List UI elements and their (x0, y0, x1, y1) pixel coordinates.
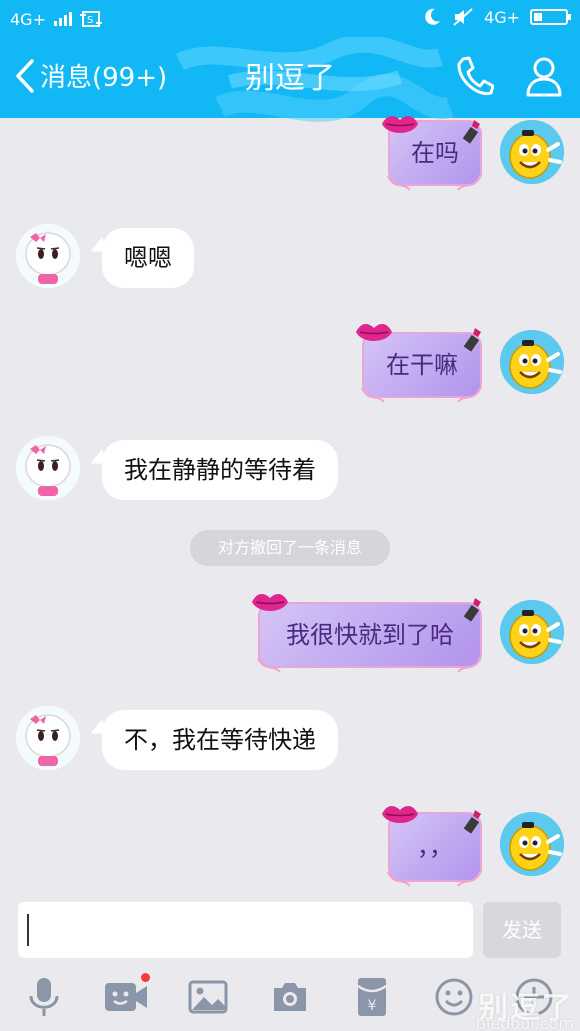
image-button[interactable] (186, 975, 230, 1019)
phone-icon[interactable] (454, 55, 494, 97)
my-avatar[interactable] (500, 600, 564, 664)
ribbon-decoration (387, 871, 481, 887)
ribbon-decoration (387, 175, 481, 191)
incoming-message[interactable]: 不，我在等待快递 (102, 710, 338, 770)
cartoon-girl-avatar-icon (16, 436, 80, 500)
notification-dot (141, 973, 150, 982)
voice-button[interactable] (22, 975, 66, 1019)
chat-header: 消息(99+) 别逗了 (0, 37, 580, 122)
microphone-icon (29, 978, 59, 1016)
svg-text:S: S (87, 15, 93, 26)
lipstick-decoration (464, 328, 481, 352)
svg-text:¥: ¥ (368, 998, 377, 1014)
recall-notice: 对方撤回了一条消息 (190, 530, 390, 566)
my-avatar[interactable] (500, 330, 564, 394)
signal-icon (53, 12, 72, 26)
message-list[interactable]: 在吗 嗯嗯 在干嘛 我在静静的等待着 对方撤回了一条消息 我很快就到了哈 不，我… (0, 116, 580, 898)
message-input[interactable] (18, 902, 473, 958)
lipstick-decoration (463, 120, 480, 144)
input-toolbar: ¥ 别逗了 biedoul.com (0, 961, 580, 1031)
battery-icon (530, 9, 571, 25)
watermark-url: biedoul.com (475, 1014, 574, 1031)
moon-icon (425, 8, 441, 25)
status-bar: 4G+ S 4G+ (0, 0, 580, 37)
watermark: 别逗了 biedoul.com (476, 983, 574, 1031)
profile-icon[interactable] (524, 55, 564, 97)
network-type-right: 4G+ (484, 7, 520, 27)
text-caret (27, 914, 29, 946)
incoming-message[interactable]: 嗯嗯 (102, 228, 194, 288)
contact-avatar[interactable] (16, 706, 80, 770)
ribbon-decoration (361, 387, 481, 403)
message-text: 嗯嗯 (124, 244, 172, 272)
my-avatar[interactable] (500, 812, 564, 876)
camera-button[interactable] (268, 975, 312, 1019)
mute-icon (453, 8, 473, 26)
contact-avatar[interactable] (16, 436, 80, 500)
yellow-emoji-avatar-icon (500, 330, 564, 394)
send-button[interactable]: 发送 (483, 902, 561, 958)
my-avatar[interactable] (500, 120, 564, 184)
incoming-message[interactable]: 我在静静的等待着 (102, 440, 338, 500)
red-packet-button[interactable]: ¥ (350, 975, 394, 1019)
image-icon (188, 980, 228, 1014)
lips-decoration (382, 806, 418, 823)
lips-decoration (252, 594, 288, 611)
lipstick-decoration (464, 598, 481, 622)
red-packet-icon: ¥ (357, 978, 387, 1016)
yellow-emoji-avatar-icon (500, 812, 564, 876)
network-type-left: 4G+ (10, 9, 46, 29)
lipstick-decoration (464, 810, 481, 834)
compose-bar: 发送 (0, 898, 580, 961)
contact-avatar[interactable] (16, 224, 80, 288)
cartoon-girl-avatar-icon (16, 224, 80, 288)
yellow-emoji-avatar-icon (500, 600, 564, 664)
ribbon-decoration (257, 657, 481, 673)
cartoon-girl-avatar-icon (16, 706, 80, 770)
message-text: 我在静静的等待着 (124, 456, 316, 484)
message-text: 不，我在等待快递 (124, 726, 316, 754)
message-text: ，， (417, 833, 453, 861)
video-call-button[interactable] (104, 973, 150, 1019)
emoji-button[interactable] (432, 975, 476, 1019)
yellow-emoji-avatar-icon (500, 120, 564, 184)
video-icon (105, 983, 147, 1011)
message-text: 我很快就到了哈 (286, 621, 454, 649)
camera-icon (274, 983, 306, 1011)
screenshot-icon: S (79, 11, 102, 27)
message-text: 在干嘛 (386, 351, 458, 379)
emoji-icon (435, 978, 473, 1016)
message-text: 在吗 (411, 139, 459, 167)
lips-decoration (356, 324, 392, 341)
lips-decoration (382, 116, 418, 133)
